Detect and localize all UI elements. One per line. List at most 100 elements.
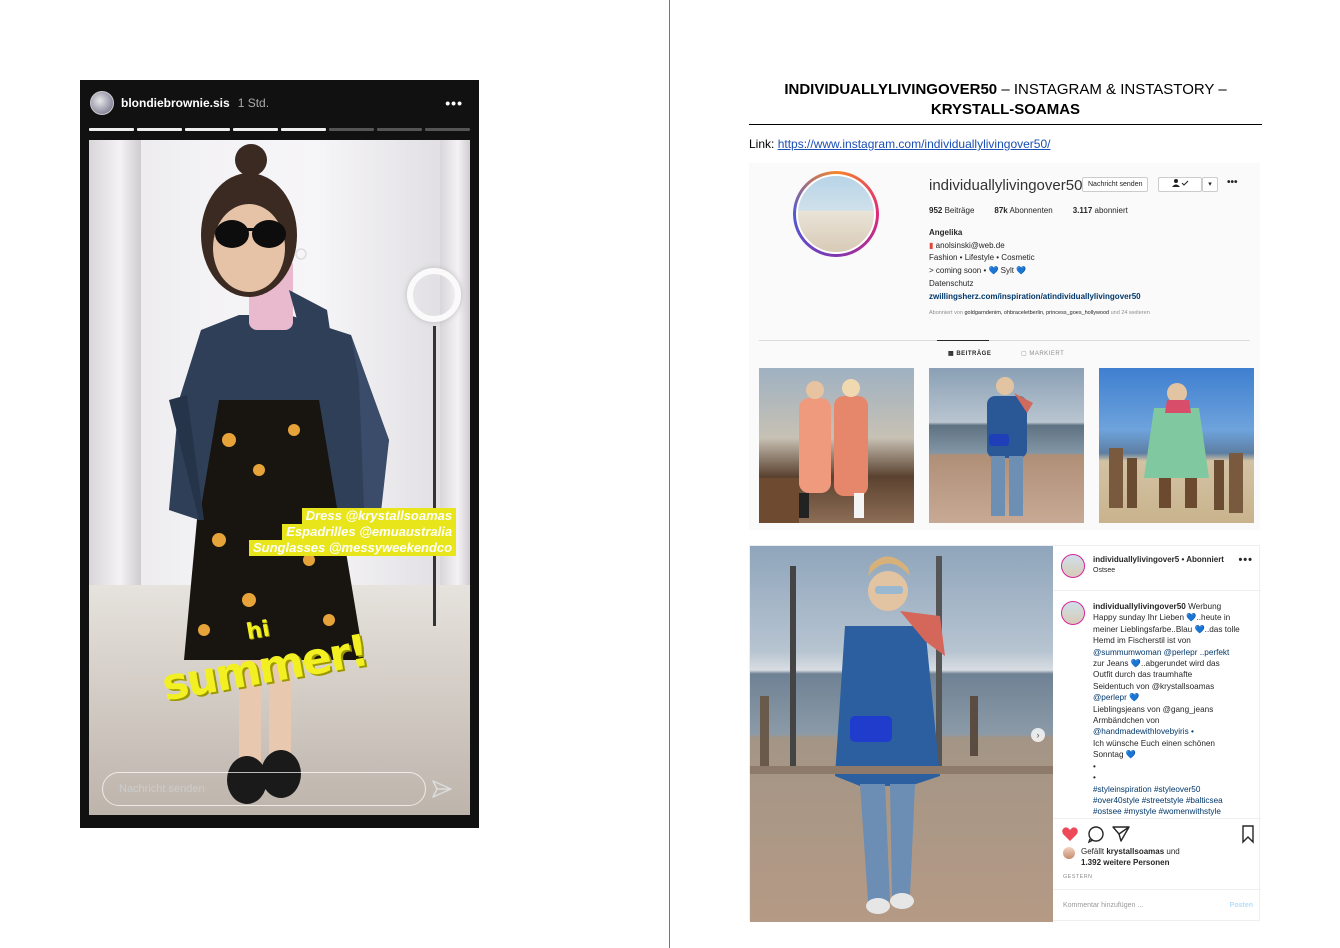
tag-sunglasses[interactable]: Sunglasses @messyweekendco <box>249 540 457 556</box>
story-time: 1 Std. <box>237 96 270 110</box>
profile-more-icon[interactable]: ••• <box>1227 177 1238 188</box>
tab-tagged-label: MARKIERT <box>1029 351 1065 357</box>
post-more-icon[interactable]: ••• <box>1238 554 1253 566</box>
post-actions <box>1062 825 1254 844</box>
profile-stats: 952 Beiträge 87k Abonnenten 3.117 abonni… <box>929 206 1128 215</box>
followers-stat[interactable]: 87k Abonnenten <box>994 206 1052 215</box>
tag-dress[interactable]: Dress @krystallsoamas <box>301 508 457 524</box>
title-underline <box>749 124 1262 125</box>
caption-line: Sonntag 💙 <box>1093 750 1136 760</box>
email-icon: ▮ <box>929 240 936 250</box>
followed-by[interactable]: Abonniert von goldgarndenim, ohbraceletb… <box>929 310 1150 316</box>
title-brand: KRYSTALL-SOAMAS <box>930 101 1081 118</box>
story-header: blondiebrownie.sis 1 Std. ••• <box>90 90 469 116</box>
progress-segment <box>425 128 470 131</box>
followed-by-names: goldgarndenim, ohbraceletberlin, princes… <box>964 310 1110 316</box>
post-date: GESTERN <box>1063 874 1093 880</box>
post-header: individuallylivingover5 • Abonniert Osts… <box>1061 554 1253 584</box>
link-label: Link: <box>749 137 778 151</box>
caption-line: Hemd im Fischerstil ist von <box>1093 636 1191 646</box>
likes-user[interactable]: krystallsoamas <box>1106 847 1164 856</box>
more-icon[interactable]: ••• <box>445 95 469 111</box>
following-dropdown-button[interactable] <box>1158 177 1202 192</box>
post-thumbnail[interactable] <box>759 368 914 523</box>
post-sidebar: individuallylivingover5 • Abonniert Osts… <box>1053 546 1261 922</box>
comment-input[interactable]: Kommentar hinzufügen ... <box>1063 902 1143 909</box>
posts-grid <box>759 368 1254 523</box>
followers-count: 87k <box>994 206 1008 215</box>
caption-line: Outfit durch das traumhafte <box>1093 670 1193 680</box>
bio-line-2: > coming soon • 💙 Sylt 💙 <box>929 266 1027 276</box>
post-follow-state[interactable]: • Abonniert <box>1179 555 1224 564</box>
progress-segment <box>281 128 326 131</box>
suggestions-button[interactable]: ▾ <box>1202 177 1218 192</box>
header-divider <box>1053 590 1261 591</box>
post-avatar[interactable] <box>1061 554 1085 578</box>
post-thumbnail[interactable] <box>929 368 1084 523</box>
story-avatar[interactable] <box>90 91 114 115</box>
post-thumbnail[interactable] <box>1099 368 1254 523</box>
caption-line: Werbung <box>1185 602 1222 611</box>
likes-others[interactable]: 1.392 weitere Personen <box>1081 858 1170 867</box>
post-location[interactable]: Ostsee <box>1093 565 1224 576</box>
posts-label: Beiträge <box>944 206 975 215</box>
story-message-input[interactable]: Nachricht senden <box>102 772 426 806</box>
bio-line-3: Datenschutz <box>929 278 974 288</box>
likes-prefix: Gefällt <box>1081 847 1107 856</box>
caption-line: zur Jeans 💙..abgerundet wird das <box>1093 659 1220 669</box>
person-figure <box>169 144 389 804</box>
caption-line: Ich wünsche Euch einen schönen <box>1093 738 1215 748</box>
tag-espadrilles[interactable]: Espadrilles @emuaustralia <box>282 524 457 540</box>
bio-name: Angelika <box>929 228 963 237</box>
caption-line[interactable]: @perlepr 💙 <box>1093 692 1240 703</box>
caption-hashtags[interactable]: #over40style #streetstyle #balticsea <box>1093 795 1240 806</box>
caption-avatar[interactable] <box>1061 601 1085 625</box>
bio-website[interactable]: zwillingsherz.com/inspiration/atindividu… <box>929 291 1141 304</box>
instagram-story: blondiebrownie.sis 1 Std. ••• Dress @kry… <box>80 80 479 828</box>
thumbnail-image <box>759 379 868 523</box>
likes-suffix: und <box>1164 847 1180 856</box>
followed-by-prefix: Abonniert von <box>929 310 965 316</box>
tab-posts[interactable]: ▦ BEITRÄGE <box>948 350 991 357</box>
posts-stat: 952 Beiträge <box>929 206 974 215</box>
title-middle: – INSTAGRAM & INSTASTORY – <box>997 81 1227 98</box>
following-stat[interactable]: 3.117 abonniert <box>1073 206 1128 215</box>
post-username[interactable]: individuallylivingover5 <box>1093 555 1179 564</box>
post-comment-button[interactable]: Posten <box>1230 902 1253 909</box>
post-caption: individuallylivingover50 Werbung Happy s… <box>1061 601 1253 816</box>
progress-segment <box>233 128 278 131</box>
post-image <box>750 556 1053 914</box>
liker-avatar <box>1063 847 1075 859</box>
instagram-post: › individuallylivingover5 • Abonniert Os… <box>749 545 1261 922</box>
caption-hashtags[interactable]: #styleinspiration #styleover50 <box>1093 784 1240 795</box>
profile-avatar[interactable] <box>793 171 879 257</box>
progress-segment <box>377 128 422 131</box>
document-title: INDIVIDUALLYLIVINGOVER50 – INSTAGRAM & I… <box>749 80 1262 120</box>
bio-email: anolsinski@web.de <box>935 240 1005 250</box>
caption-line: Armbändchen von <box>1093 716 1160 726</box>
caption-line: • <box>1093 761 1096 771</box>
caption-hashtags[interactable]: #ostsee #mystyle #womenwithstyle <box>1093 806 1240 816</box>
story-username[interactable]: blondiebrownie.sis <box>121 96 230 110</box>
story-progress-bar <box>89 128 470 131</box>
story-tags: Dress @krystallsoamas Espadrilles @emuau… <box>249 508 457 556</box>
send-icon[interactable] <box>430 777 454 801</box>
instagram-profile: individuallylivingover50 Nachricht sende… <box>749 163 1260 530</box>
document-link: Link: https://www.instagram.com/individu… <box>749 137 1050 151</box>
post-user-block: individuallylivingover5 • Abonniert Osts… <box>1093 554 1224 576</box>
bio-email-line: ▮ anolsinski@web.de <box>929 240 1141 253</box>
profile-url-link[interactable]: https://www.instagram.com/individuallyli… <box>778 137 1051 151</box>
following-count: 3.117 <box>1072 206 1093 215</box>
progress-segment <box>185 128 230 131</box>
tab-tagged[interactable]: ▢ MARKIERT <box>1021 350 1064 357</box>
caption-username[interactable]: individuallylivingover50 <box>1093 602 1186 611</box>
heart-icon <box>1062 827 1078 841</box>
caption-line: Seidentuch von @krystallsoamas <box>1093 681 1215 691</box>
message-button[interactable]: Nachricht senden <box>1082 177 1149 192</box>
progress-segment <box>137 128 182 131</box>
actions-divider <box>1053 818 1261 819</box>
carousel-next-button[interactable]: › <box>1031 728 1045 742</box>
caption-line[interactable]: @handmadewithlovebyiris • <box>1093 726 1240 737</box>
caption-line[interactable]: @summumwoman @perlepr ..perfekt <box>1093 647 1240 658</box>
thumbnail-image <box>987 377 1033 516</box>
